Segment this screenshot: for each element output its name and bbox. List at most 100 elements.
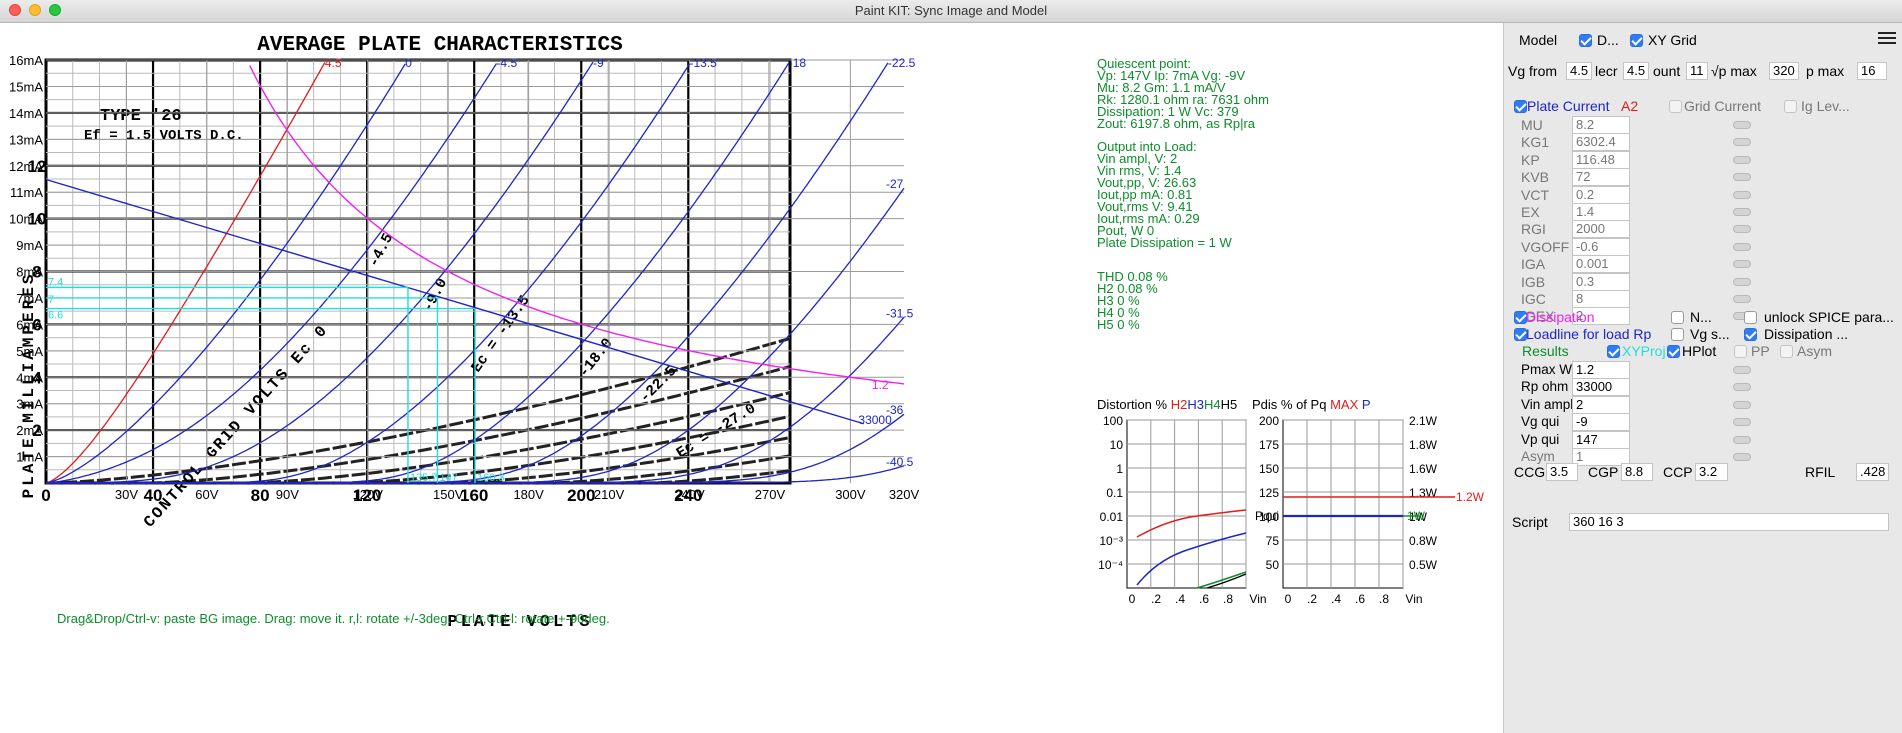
plate-current-checkbox[interactable] — [1514, 100, 1527, 113]
param-igc-field[interactable]: 8 — [1572, 290, 1630, 308]
grid-curve-label: -18 — [789, 56, 807, 70]
y-tick-label: 9mA — [16, 238, 43, 253]
result-vp-qui-field[interactable]: 147 — [1572, 430, 1630, 449]
plate-characteristics-plot[interactable]: 0408012016020024024681012-4.5-9.0Ec = -1… — [0, 23, 1503, 733]
dissipation-loadline-checkbox[interactable] — [1744, 328, 1757, 341]
pp-checkbox[interactable] — [1734, 345, 1747, 358]
unlock-spice-checkbox[interactable] — [1744, 311, 1757, 324]
grid-current-checkbox[interactable] — [1669, 100, 1682, 113]
ccg-field[interactable]: 3.5 — [1546, 463, 1578, 481]
pdis-left-tick: 200 — [1259, 414, 1279, 428]
asym-checkbox[interactable] — [1780, 345, 1793, 358]
result-vin-ampl-field[interactable]: 2 — [1572, 395, 1630, 414]
result-pmax-w-label: Pmax W — [1521, 362, 1573, 377]
param-vct-slider[interactable] — [1733, 190, 1751, 199]
ip-max-label: p max — [1806, 63, 1845, 79]
param-kp-field[interactable]: 116.48 — [1572, 150, 1630, 169]
param-igb-slider[interactable] — [1733, 277, 1751, 286]
param-kvb-label: KVB — [1521, 169, 1550, 186]
pdis-right-tick: 0.5W — [1409, 558, 1438, 572]
result-rp-ohm-label: Rp ohm — [1521, 379, 1569, 395]
param-kp-label: KP — [1521, 151, 1540, 168]
result-vg-qui-slider[interactable] — [1733, 418, 1751, 427]
dissipation-label: Dissipation — [1526, 309, 1595, 325]
result-vin-ampl-slider[interactable] — [1733, 400, 1751, 409]
hplot-label: HPlot — [1682, 343, 1717, 359]
param-ex-field[interactable]: 1.4 — [1572, 203, 1630, 221]
vg-s-checkbox[interactable] — [1671, 328, 1684, 341]
param-kvb-slider[interactable] — [1733, 173, 1751, 182]
hplot-checkbox[interactable] — [1667, 345, 1680, 358]
xyproj-checkbox[interactable] — [1607, 345, 1620, 358]
result-asym-slider[interactable] — [1733, 453, 1751, 461]
param-vct-field[interactable]: 0.2 — [1572, 185, 1630, 204]
pdis-x-tick: Vin — [1405, 592, 1422, 606]
param-mu-slider[interactable] — [1733, 121, 1751, 129]
grid-curve-label: 4.5 — [325, 56, 342, 70]
result-vg-qui-field[interactable]: -9 — [1572, 413, 1630, 432]
param-kp-slider[interactable] — [1733, 155, 1751, 164]
param-iga-field[interactable]: 0.001 — [1572, 255, 1630, 274]
param-kg1-field[interactable]: 6302.4 — [1572, 133, 1630, 152]
xy-projection-x-label: 135.7 — [410, 472, 438, 484]
param-kvb-field[interactable]: 72 — [1572, 168, 1630, 187]
decr-field[interactable]: 4.5 — [1623, 62, 1649, 80]
param-iga-slider[interactable] — [1733, 260, 1751, 269]
pdis-left-tick: 150 — [1259, 462, 1279, 476]
result-rp-ohm-slider[interactable] — [1733, 383, 1751, 392]
xy-grid-checkbox[interactable] — [1630, 34, 1643, 47]
y-tick-label: 2mA — [16, 423, 43, 438]
chart-title: AVERAGE PLATE CHARACTERISTICS — [257, 34, 622, 57]
y-tick-label: 16mA — [9, 53, 43, 68]
result-vp-qui-slider[interactable] — [1733, 435, 1751, 444]
vg-from-field[interactable]: 4.5 — [1566, 62, 1592, 80]
vg-s-label: Vg s... — [1690, 326, 1730, 342]
result-vin-ampl-label: Vin ampl — [1521, 396, 1574, 412]
paper-x-tick: 80 — [251, 486, 270, 505]
count-field[interactable]: 11 — [1686, 62, 1708, 80]
menu-icon[interactable] — [1878, 29, 1896, 47]
result-pmax-w-slider[interactable] — [1733, 366, 1751, 374]
vg-from-label: Vg from — [1508, 63, 1558, 79]
grid-curve-label: -31.5 — [886, 306, 914, 320]
count-label: ount — [1653, 63, 1681, 79]
param-vgoff-field[interactable]: -0.6 — [1572, 237, 1630, 256]
grid-curve-label: -9 — [593, 56, 604, 70]
y-tick-label: 10mA — [9, 212, 43, 227]
dissipation-loadline-label: Dissipation ... — [1764, 326, 1849, 342]
param-ex-slider[interactable] — [1733, 208, 1751, 216]
ig-lev-checkbox[interactable] — [1784, 100, 1797, 113]
cgp-field[interactable]: 8.8 — [1621, 463, 1653, 481]
filament-label: Ef = 1.5 VOLTS D.C. — [84, 128, 244, 144]
xy-projection-y-label: 6.6 — [48, 310, 63, 322]
result-pmax-w-field[interactable]: 1.2 — [1572, 361, 1630, 379]
result-rp-ohm-field[interactable]: 33000 — [1572, 378, 1630, 397]
x-tick-label: 90V — [276, 487, 299, 502]
param-kg1-slider[interactable] — [1733, 138, 1751, 147]
param-mu-field[interactable]: 8.2 — [1572, 116, 1630, 134]
param-igc-slider[interactable] — [1733, 295, 1751, 303]
param-vgoff-slider[interactable] — [1733, 242, 1751, 251]
param-rgi-field[interactable]: 2000 — [1572, 220, 1630, 239]
rfil-label: RFIL — [1805, 464, 1836, 480]
rfil-field[interactable]: .428 — [1856, 463, 1889, 481]
n-checkbox[interactable] — [1671, 311, 1684, 324]
param-kg1-label: KG1 — [1521, 134, 1550, 151]
y-tick-label: 8mA — [16, 265, 43, 280]
ig-lev-label: Ig Lev... — [1801, 98, 1850, 114]
script-field[interactable]: 360 16 3 — [1569, 513, 1889, 531]
d-checkbox[interactable] — [1579, 34, 1592, 47]
ip-max-field[interactable]: 16 — [1857, 62, 1887, 80]
param-igb-field[interactable]: 0.3 — [1572, 272, 1630, 291]
pdis-x-tick: .6 — [1355, 592, 1365, 606]
plot-canvas[interactable]: 0408012016020024024681012-4.5-9.0Ec = -1… — [0, 23, 1503, 733]
param-rgi-slider[interactable] — [1733, 225, 1751, 234]
asym-label: Asym — [1797, 343, 1832, 359]
ccp-field[interactable]: 3.2 — [1695, 463, 1728, 481]
xy-projection-x-label: 160.3 — [477, 472, 505, 484]
ccp-label: CCP — [1663, 464, 1693, 480]
a2-label: A2 — [1621, 98, 1639, 114]
grid-curve-label: -13.5 — [690, 56, 718, 70]
y-tick-label: 7mA — [16, 291, 43, 306]
vp-max-field[interactable]: 320 — [1769, 62, 1799, 80]
